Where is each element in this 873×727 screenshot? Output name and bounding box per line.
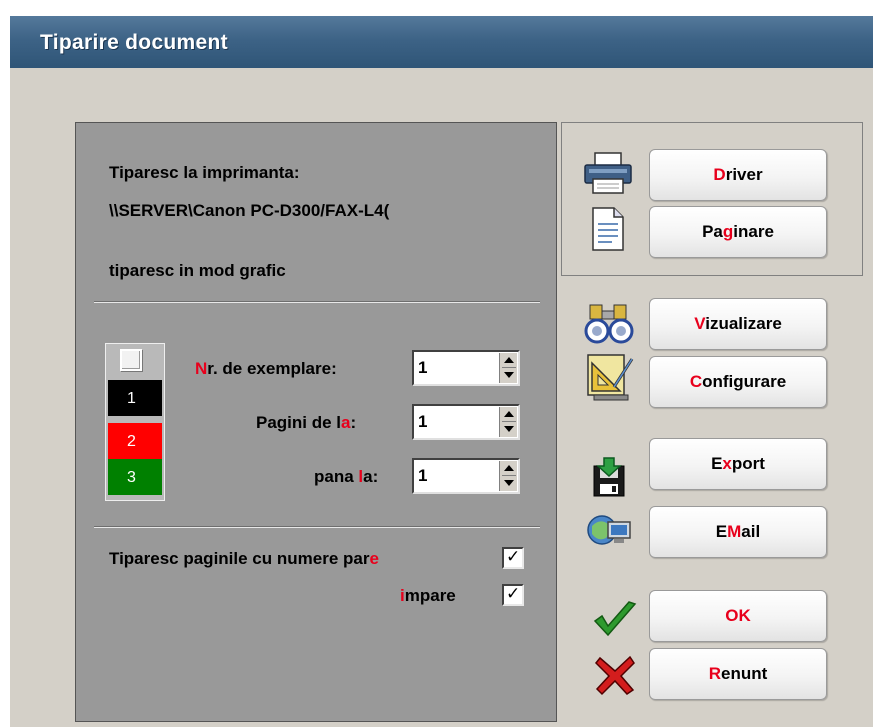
spin-down-icon[interactable] [504, 426, 514, 432]
color-swatch-2[interactable]: 2 [108, 423, 162, 459]
driver-button[interactable]: Driver [649, 149, 827, 201]
spin-up-icon[interactable] [504, 465, 514, 471]
even-pages-checkbox[interactable]: ✓ [502, 547, 524, 569]
separator-top [94, 301, 540, 303]
printer-path: \\SERVER\Canon PC-D300/FAX-L4( [109, 201, 390, 220]
spin-up-icon[interactable] [504, 357, 514, 363]
color-swatch-1[interactable]: 1 [108, 380, 162, 416]
network-globe-icon [587, 515, 631, 545]
checkmark-icon [593, 601, 637, 637]
odd-pages-label: impare [400, 586, 456, 605]
print-mode-text: tiparesc in mod grafic [109, 261, 286, 280]
from-page-spin-arrows[interactable] [499, 407, 517, 437]
copies-spinner[interactable]: 1 [412, 350, 520, 386]
separator-bottom [94, 526, 540, 528]
color-swatch-3[interactable]: 3 [108, 459, 162, 495]
renunt-button[interactable]: Renunt [649, 648, 827, 700]
to-page-spin-arrows[interactable] [499, 461, 517, 491]
copies-label: Nr. de exemplare: [195, 359, 337, 378]
floppy-export-icon [593, 457, 625, 497]
document-icon [592, 207, 624, 251]
printer-icon [584, 152, 632, 194]
title-bar: Tiparire document [10, 16, 873, 68]
from-page-spinner[interactable]: 1 [412, 404, 520, 440]
email-button[interactable]: EMail [649, 506, 827, 558]
print-settings-panel: Tiparesc la imprimanta: \\SERVER\Canon P… [75, 122, 557, 722]
copies-spin-arrows[interactable] [499, 353, 517, 383]
copies-value[interactable]: 1 [418, 358, 427, 378]
print-dialog: Tiparire document Tiparesc la imprimanta… [10, 16, 873, 727]
to-page-value[interactable]: 1 [418, 466, 427, 486]
ok-button[interactable]: OK [649, 590, 827, 642]
configurare-button[interactable]: Configurare [649, 356, 827, 408]
spin-up-icon[interactable] [504, 411, 514, 417]
spin-down-icon[interactable] [504, 372, 514, 378]
color-swatch-group: 1 2 3 [105, 343, 165, 501]
paginare-button[interactable]: Paginare [649, 206, 827, 258]
from-page-value[interactable]: 1 [418, 412, 427, 432]
even-pages-label: Tiparesc paginile cu numere pare [109, 549, 379, 568]
checkmark-icon: ✓ [506, 547, 521, 567]
from-page-label: Pagini de la: [256, 413, 357, 432]
setsquare-icon [587, 354, 634, 401]
binoculars-icon [584, 304, 634, 344]
checkmark-icon: ✓ [506, 584, 521, 604]
odd-pages-checkbox[interactable]: ✓ [502, 584, 524, 606]
window-title: Tiparire document [40, 31, 228, 54]
color-default-swatch[interactable] [120, 349, 142, 371]
to-page-label: pana la: [314, 467, 379, 486]
vizualizare-button[interactable]: Vizualizare [649, 298, 827, 350]
printer-label: Tiparesc la imprimanta: [109, 163, 300, 182]
cross-icon [594, 655, 635, 696]
to-page-spinner[interactable]: 1 [412, 458, 520, 494]
spin-down-icon[interactable] [504, 480, 514, 486]
export-button[interactable]: Export [649, 438, 827, 490]
